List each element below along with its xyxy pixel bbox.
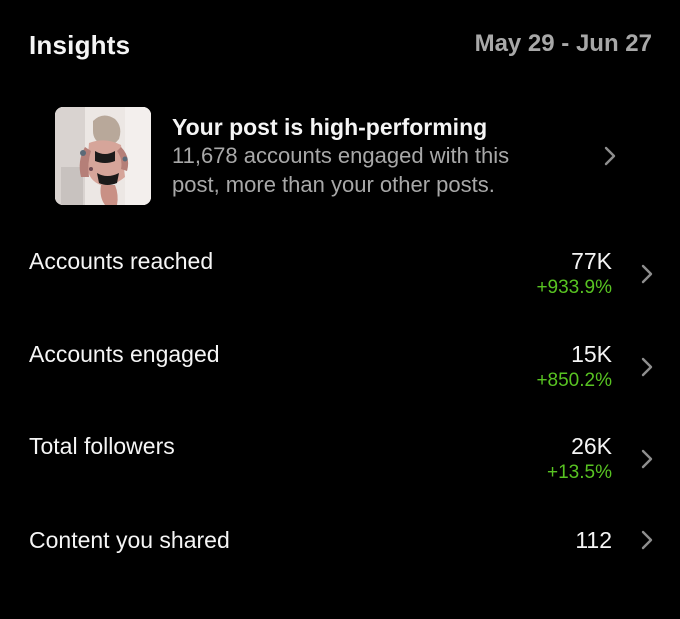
metric-row-content-shared[interactable]: Content you shared 112 xyxy=(29,526,654,556)
metric-label: Total followers xyxy=(29,433,175,459)
post-headline: Your post is high-performing xyxy=(172,114,488,140)
chevron-right-icon xyxy=(640,356,654,383)
metric-value: 26K xyxy=(571,433,612,459)
chevron-right-icon xyxy=(640,263,654,290)
metric-label: Accounts engaged xyxy=(29,341,220,367)
metric-change: +13.5% xyxy=(547,462,612,483)
high-performing-post-card[interactable]: Your post is high-performing 11,678 acco… xyxy=(55,107,635,207)
insights-header: Insights May 29 - Jun 27 xyxy=(29,28,652,64)
metric-value: 112 xyxy=(575,527,612,553)
post-description-line-1: 11,678 accounts engaged with this xyxy=(172,143,510,168)
chevron-right-icon xyxy=(640,448,654,475)
metric-row-accounts-engaged[interactable]: Accounts engaged 15K +850.2% xyxy=(29,340,654,400)
chevron-right-icon xyxy=(603,145,617,172)
metric-value: 77K xyxy=(571,248,612,274)
post-summary: Your post is high-performing 11,678 acco… xyxy=(172,113,582,199)
post-thumbnail xyxy=(55,107,151,205)
metric-label: Content you shared xyxy=(29,527,230,553)
date-range[interactable]: May 29 - Jun 27 xyxy=(475,30,652,58)
metric-value: 15K xyxy=(571,341,612,367)
chevron-right-icon xyxy=(640,529,654,556)
insights-panel: Insights May 29 - Jun 27 Your post is hi… xyxy=(0,0,680,619)
metric-row-total-followers[interactable]: Total followers 26K +13.5% xyxy=(29,432,654,492)
metric-change: +850.2% xyxy=(536,370,612,391)
metric-change: +933.9% xyxy=(536,277,612,298)
post-description-line-2: post, more than your other posts. xyxy=(172,172,495,197)
metric-label: Accounts reached xyxy=(29,248,214,274)
page-title: Insights xyxy=(29,30,131,60)
metric-row-accounts-reached[interactable]: Accounts reached 77K +933.9% xyxy=(29,247,654,307)
